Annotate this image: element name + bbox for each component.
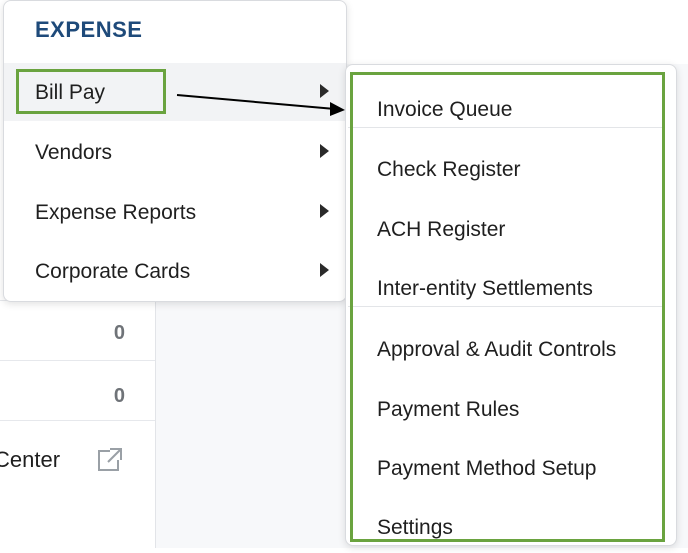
annotation-arrow-icon [176,94,345,116]
